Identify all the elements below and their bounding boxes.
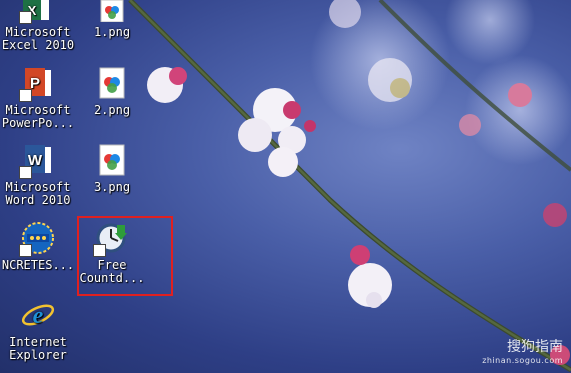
shortcut-arrow-icon [19,89,32,102]
watermark: 搜狗指南 zhinan.sogou.com [482,336,563,365]
desktop-icon-ncretes[interactable]: NCRETES... [0,221,76,272]
ncretes-icon [19,221,55,257]
svg-text:e: e [33,303,44,329]
desktop-icon-3-png[interactable]: 3.png [74,143,150,194]
png-file-icon [100,0,124,23]
desktop-icon-label: Microsoft PowerPo... [1,103,75,130]
desktop-icon-label: Microsoft Excel 2010 [1,25,75,52]
excel-icon: X [19,0,55,24]
blossom [238,88,316,177]
desktop-icon-label: NCRETES... [1,258,75,272]
internet-explorer-icon: e [21,298,55,332]
desktop-icon-excel[interactable]: X Microsoft Excel 2010 [0,0,76,52]
desktop-icon-powerpoint[interactable]: P Microsoft PowerPo... [0,66,76,130]
desktop-icon-label: 2.png [93,103,131,117]
blossom [147,67,187,103]
desktop-icon-label: 1.png [93,25,131,39]
desktop-icon-label: 3.png [93,180,131,194]
blossom [368,58,412,102]
desktop-icon-1-png[interactable]: 1.png [74,0,150,39]
png-file-icon [95,66,129,100]
shortcut-arrow-icon [19,166,32,179]
powerpoint-icon: P [19,66,55,102]
png-file-icon [95,143,129,177]
word-icon: W [19,143,55,179]
watermark-text: 搜狗指南 [507,339,563,355]
desktop-icon-word[interactable]: W Microsoft Word 2010 [0,143,76,207]
desktop-icon-label: Internet Explorer [9,335,67,362]
desktop-icon-internet-explorer[interactable]: e Internet Explorer [0,298,76,362]
shortcut-arrow-icon [19,244,32,257]
desktop-icon-label: Microsoft Word 2010 [5,180,71,207]
desktop-icon-2-png[interactable]: 2.png [74,66,150,117]
watermark-url: zhinan.sogou.com [482,356,563,365]
blossom [348,245,392,308]
shortcut-arrow-icon [19,11,32,24]
selection-highlight-box [77,216,173,296]
